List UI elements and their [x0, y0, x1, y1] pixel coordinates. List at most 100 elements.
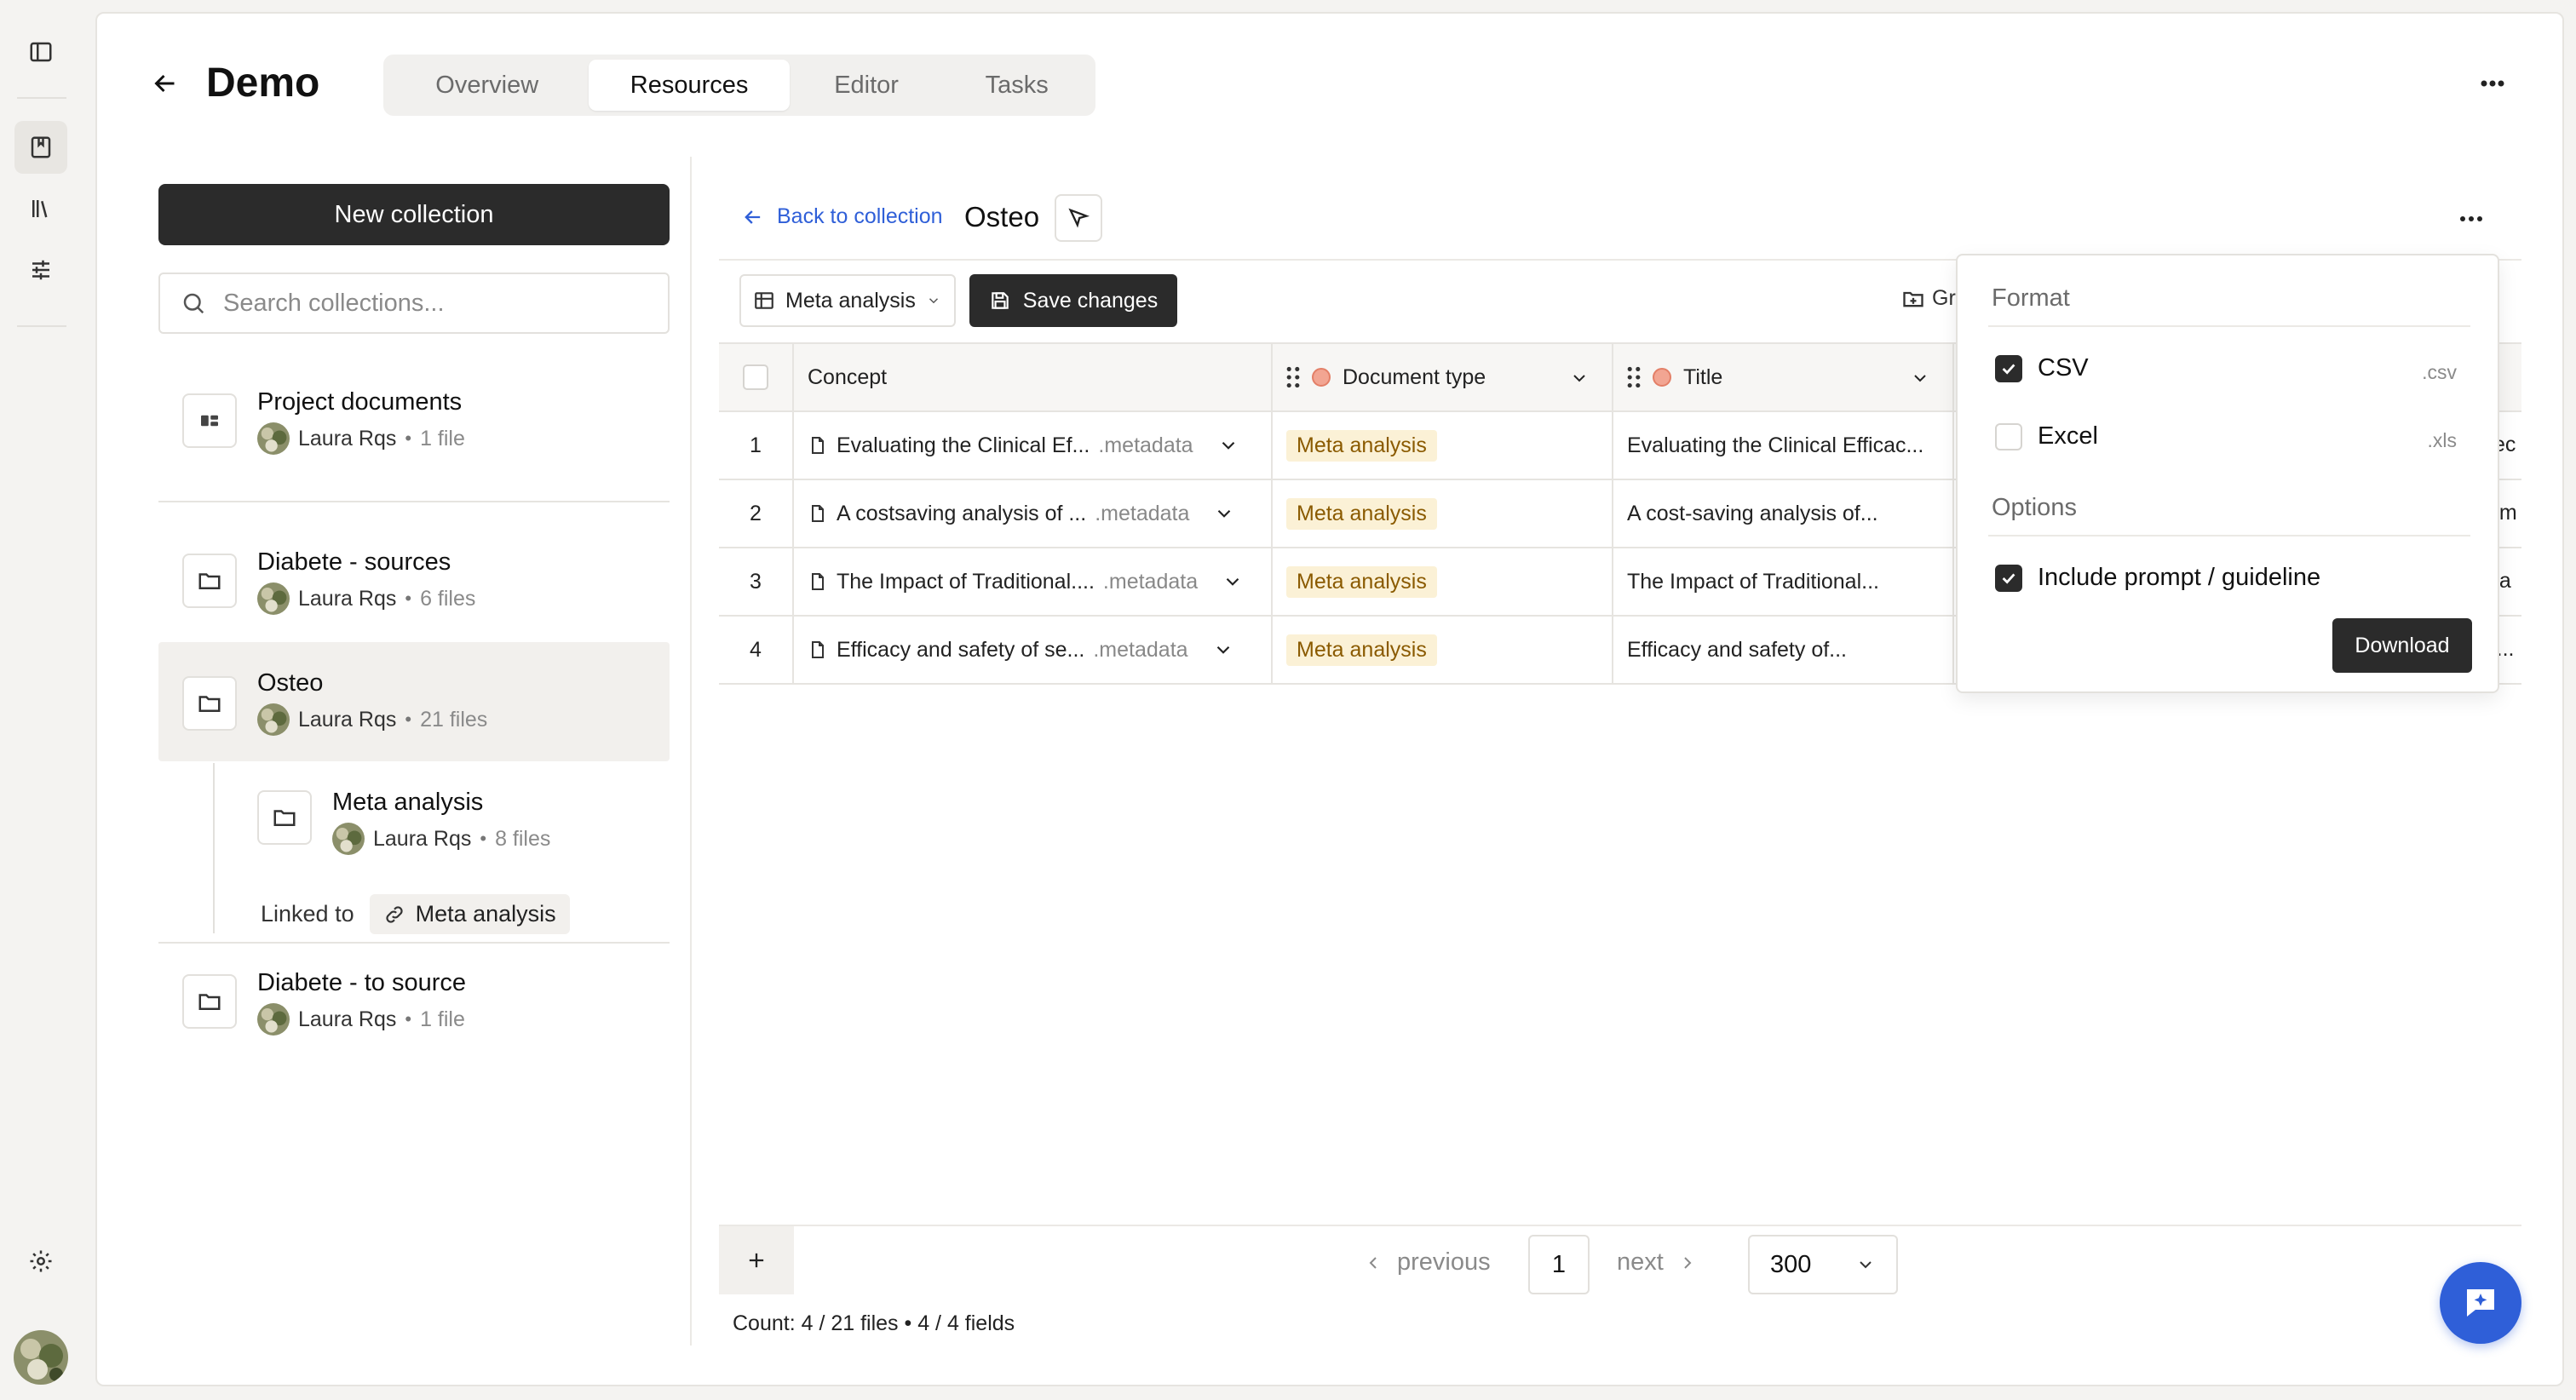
- concept-cell[interactable]: Evaluating the Clinical Ef... .metadata: [794, 412, 1273, 479]
- share-collection-button[interactable]: [1055, 194, 1102, 242]
- document-type-cell[interactable]: Meta analysis: [1273, 548, 1613, 615]
- toggle-sidebar-button[interactable]: [14, 26, 67, 78]
- pane-divider: [690, 157, 692, 1345]
- column-header-concept[interactable]: Concept: [794, 344, 1273, 410]
- collection-item-meta-analysis[interactable]: Meta analysis Laura Rqs • 8 files: [233, 770, 670, 872]
- table-icon: [755, 292, 773, 309]
- user-avatar[interactable]: [14, 1330, 68, 1385]
- title-cell[interactable]: Evaluating the Clinical Efficac...: [1613, 412, 1954, 479]
- include-prompt-checkbox[interactable]: [1995, 564, 2022, 592]
- csv-checkbox[interactable]: [1995, 354, 2022, 382]
- folder-icon: [182, 974, 237, 1029]
- group-label: Gr: [1932, 286, 1956, 310]
- chevron-down-icon[interactable]: [1217, 434, 1239, 456]
- rail-resources-button[interactable]: [14, 121, 67, 174]
- back-to-collection-label: Back to collection: [777, 204, 943, 228]
- collection-more-button[interactable]: [2458, 213, 2484, 223]
- chevron-down-icon[interactable]: [1569, 368, 1590, 388]
- document-type-badge: Meta analysis: [1286, 565, 1437, 598]
- per-page-select[interactable]: 300: [1748, 1235, 1898, 1294]
- drag-handle-icon[interactable]: [1627, 366, 1641, 388]
- previous-page-button[interactable]: previous: [1363, 1248, 1491, 1277]
- sliders-icon: [32, 260, 49, 280]
- settings-button[interactable]: [14, 1235, 67, 1288]
- next-page-button[interactable]: next: [1617, 1248, 1698, 1277]
- owner-name: Laura Rqs: [298, 707, 397, 732]
- folder-icon: [257, 790, 312, 845]
- document-type-cell[interactable]: Meta analysis: [1273, 617, 1613, 683]
- concept-cell[interactable]: The Impact of Traditional.... .metadata: [794, 548, 1273, 615]
- format-option-excel[interactable]: Excel: [1995, 422, 2098, 450]
- back-to-collection-link[interactable]: Back to collection: [741, 204, 943, 229]
- arrow-left-icon: [745, 209, 761, 224]
- page-number-input[interactable]: 1: [1528, 1235, 1590, 1294]
- project-more-button[interactable]: [2474, 72, 2511, 95]
- concept-cell[interactable]: Efficacy and safety of se... .metadata: [794, 617, 1273, 683]
- excel-checkbox[interactable]: [1995, 422, 2022, 450]
- collection-name: Diabete - sources: [257, 548, 451, 576]
- collection-item-project-documents[interactable]: Project documents Laura Rqs • 1 file: [158, 366, 670, 489]
- chevron-down-icon[interactable]: [1910, 368, 1930, 388]
- chevron-down-icon[interactable]: [1213, 502, 1235, 525]
- collection-meta: Laura Rqs • 1 file: [257, 422, 465, 455]
- new-collection-button[interactable]: New collection: [158, 184, 670, 245]
- select-all-checkbox[interactable]: [743, 364, 768, 390]
- collection-item-osteo[interactable]: Osteo Laura Rqs • 21 files: [158, 642, 670, 761]
- arrow-left-icon: [154, 74, 175, 93]
- file-icon: [812, 505, 824, 522]
- tab-resources[interactable]: Resources: [589, 60, 790, 111]
- rail-settings-sliders-button[interactable]: [14, 244, 67, 296]
- sidebar-toggle-icon: [30, 42, 52, 62]
- owner-avatar: [257, 1003, 290, 1036]
- row-number: 1: [719, 412, 794, 479]
- dashboard-icon: [182, 393, 237, 448]
- group-button[interactable]: Gr: [1901, 286, 1956, 311]
- title-cell[interactable]: The Impact of Traditional...: [1613, 548, 1954, 615]
- chat-sparkle-icon: [2467, 1289, 2494, 1317]
- separator-dot: •: [405, 1008, 412, 1030]
- metadata-tag: .metadata: [1102, 569, 1199, 594]
- popover-divider: [1988, 325, 2470, 327]
- view-select[interactable]: Meta analysis: [739, 274, 956, 327]
- file-count: 1 file: [420, 426, 465, 450]
- add-row-button[interactable]: [719, 1226, 794, 1294]
- file-count: 6 files: [420, 586, 476, 611]
- rail-library-button[interactable]: [14, 182, 67, 235]
- document-type-cell[interactable]: Meta analysis: [1273, 412, 1613, 479]
- linked-collection-chip[interactable]: Meta analysis: [369, 894, 570, 934]
- collection-item-diabete-sources[interactable]: Diabete - sources Laura Rqs • 6 files: [158, 528, 670, 647]
- owner-avatar: [332, 823, 365, 855]
- collection-name: Project documents: [257, 388, 463, 416]
- back-button[interactable]: [150, 68, 181, 99]
- concept-cell[interactable]: A costsaving analysis of ... .metadata: [794, 480, 1273, 547]
- search-input[interactable]: [223, 289, 632, 318]
- document-type-cell[interactable]: Meta analysis: [1273, 480, 1613, 547]
- csv-label: CSV: [2038, 354, 2089, 382]
- chevron-down-icon[interactable]: [1212, 639, 1234, 661]
- owner-avatar: [257, 703, 290, 736]
- download-button[interactable]: Download: [2332, 618, 2472, 673]
- title-cell[interactable]: A cost-saving analysis of...: [1613, 480, 1954, 547]
- title-cell[interactable]: Efficacy and safety of...: [1613, 617, 1954, 683]
- file-icon: [812, 437, 824, 454]
- include-prompt-option[interactable]: Include prompt / guideline: [1995, 564, 2320, 592]
- tab-tasks[interactable]: Tasks: [943, 60, 1090, 111]
- excel-extension: .xls: [2427, 429, 2458, 451]
- save-changes-button[interactable]: Save changes: [969, 274, 1177, 327]
- check-icon: [2002, 363, 2015, 375]
- more-horizontal-icon: [2460, 216, 2482, 221]
- plus-icon: [749, 1253, 764, 1268]
- assistant-chat-button[interactable]: [2440, 1262, 2521, 1344]
- include-prompt-label: Include prompt / guideline: [2038, 564, 2321, 591]
- column-header-document-type[interactable]: Document type: [1273, 344, 1613, 410]
- drag-handle-icon[interactable]: [1286, 366, 1300, 388]
- chevron-down-icon[interactable]: [1222, 571, 1244, 593]
- bookmark-box-icon: [31, 136, 51, 158]
- tab-editor[interactable]: Editor: [793, 60, 940, 111]
- format-option-csv[interactable]: CSV: [1995, 354, 2089, 382]
- footer-divider: [719, 1225, 2521, 1226]
- column-header-title[interactable]: Title: [1613, 344, 1954, 410]
- tab-overview[interactable]: Overview: [388, 60, 585, 111]
- collection-item-diabete-to-source[interactable]: Diabete - to source Laura Rqs • 1 file: [158, 961, 670, 1054]
- collection-name: Osteo: [257, 669, 324, 697]
